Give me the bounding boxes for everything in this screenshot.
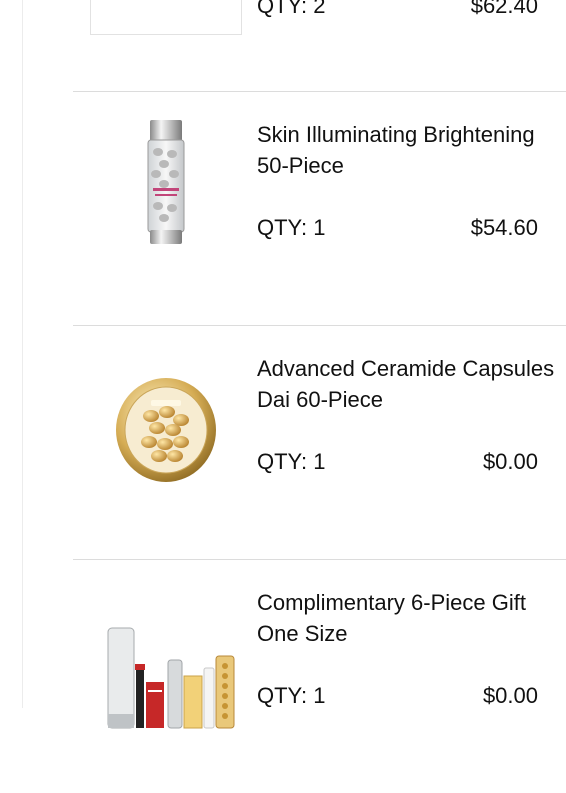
product-thumbnail-frame[interactable]: [90, 0, 242, 35]
cart-item: QTY: 2 $62.40: [0, 0, 566, 91]
product-image[interactable]: [90, 601, 250, 753]
serum-capsule-bottle-icon: [147, 120, 185, 244]
item-divider: [73, 325, 566, 326]
product-name[interactable]: Complimentary 6-Piece Gift One Size: [257, 587, 557, 649]
item-divider: [73, 91, 566, 92]
gift-set-products-icon: [107, 627, 235, 728]
gold-capsule-jar-icon: [116, 378, 216, 482]
item-price: $62.40: [470, 0, 538, 18]
cart-item: Skin Illuminating Brightening 50-Piece Q…: [0, 91, 566, 325]
item-quantity: QTY: 2: [257, 0, 326, 18]
item-divider: [73, 559, 566, 560]
product-name[interactable]: Advanced Ceramide Capsules Dai 60-Piece: [257, 353, 557, 415]
item-quantity: QTY: 1: [257, 449, 326, 474]
item-quantity: QTY: 1: [257, 683, 326, 708]
product-image[interactable]: [90, 355, 242, 507]
item-price: $0.00: [482, 449, 538, 474]
item-price: $54.60: [470, 215, 538, 240]
cart-item-list: QTY: 2 $62.40 Skin Illuminating Brighten…: [0, 0, 566, 793]
item-price: $0.00: [482, 683, 538, 708]
product-image[interactable]: [90, 108, 242, 260]
item-quantity: QTY: 1: [257, 215, 326, 240]
product-name[interactable]: Skin Illuminating Brightening 50-Piece: [257, 119, 557, 181]
cart-item: Advanced Ceramide Capsules Dai 60-Piece …: [0, 325, 566, 559]
cart-item: Complimentary 6-Piece Gift One Size QTY:…: [0, 559, 566, 793]
